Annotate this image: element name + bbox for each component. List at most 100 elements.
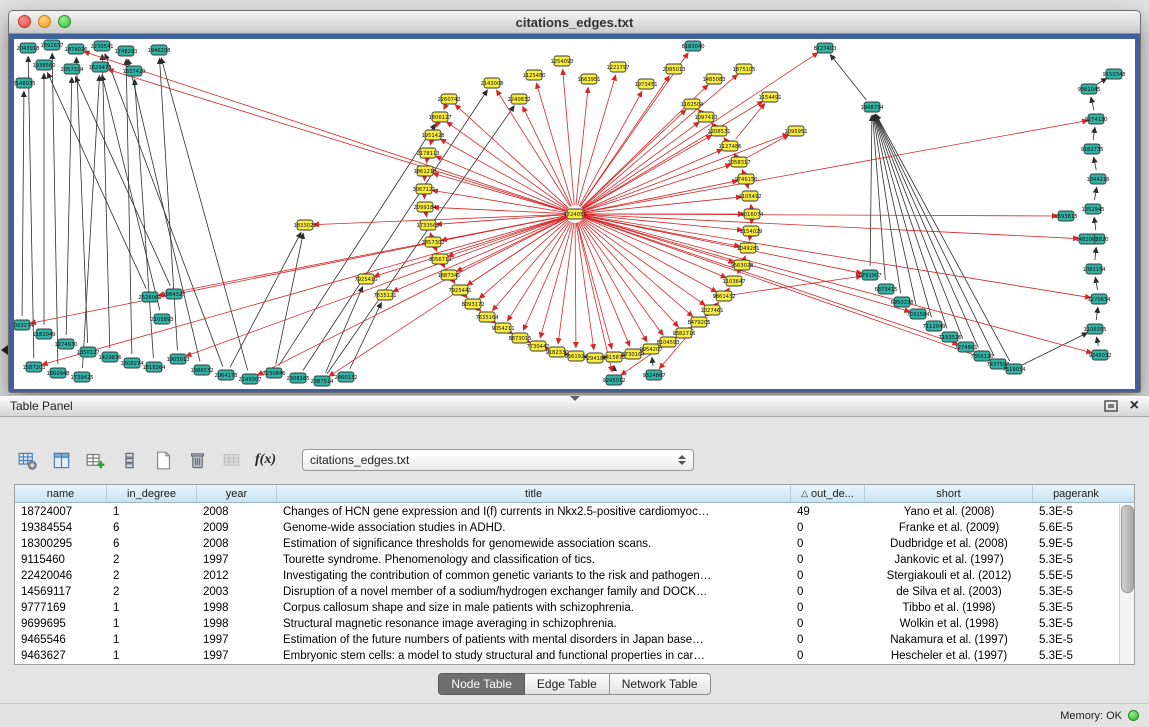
graph-node[interactable]: 8093172: [461, 299, 484, 309]
graph-node[interactable]: 8127403: [813, 43, 836, 53]
show-columns-icon[interactable]: [48, 448, 75, 472]
graph-node[interactable]: 7274861: [954, 342, 977, 352]
graph-node[interactable]: 1948794: [860, 102, 884, 112]
graph-node[interactable]: 1274930: [54, 339, 77, 349]
close-window-button[interactable]: [18, 15, 31, 28]
graph-node[interactable]: 1887341: [437, 270, 460, 280]
graph-node[interactable]: 1058317: [727, 157, 750, 167]
graph-node[interactable]: 1154491: [758, 92, 781, 102]
table-options-icon[interactable]: [14, 448, 41, 472]
graph-node[interactable]: 6873415: [874, 284, 897, 294]
graph-node[interactable]: 9054211: [491, 323, 514, 333]
graph-node[interactable]: 1874026: [64, 44, 87, 54]
new-table-icon[interactable]: [150, 448, 177, 472]
graph-node[interactable]: 8104593: [656, 337, 679, 347]
splitter-grip-icon[interactable]: [570, 396, 580, 401]
graph-node[interactable]: 1861210: [413, 166, 436, 176]
column-header-name[interactable]: name: [15, 485, 107, 502]
column-header-pagerank[interactable]: pagerank: [1033, 485, 1119, 502]
graph-node[interactable]: 1951428: [421, 130, 444, 140]
table-row[interactable]: 977716911998Corpus callosum shape and si…: [15, 600, 1119, 616]
table-source-select[interactable]: citations_edges.txt: [302, 449, 694, 471]
graph-node[interactable]: 2085013: [662, 64, 685, 74]
graph-node[interactable]: 1016074: [740, 209, 764, 219]
graph-node[interactable]: 2308165: [286, 373, 309, 383]
graph-node[interactable]: 1095951: [784, 126, 807, 136]
graph-node[interactable]: 2230541: [90, 41, 113, 51]
table-scrollbar[interactable]: [1119, 504, 1134, 664]
graph-node[interactable]: 1082154: [1082, 264, 1106, 274]
graph-node[interactable]: 3056713: [428, 254, 451, 264]
tab-node-table[interactable]: Node Table: [438, 673, 525, 695]
graph-node[interactable]: 1833022: [293, 220, 316, 230]
tab-edge-table[interactable]: Edge Table: [525, 673, 610, 695]
graph-node[interactable]: 2057314: [60, 64, 84, 74]
graph-node[interactable]: 9361045: [1077, 84, 1100, 94]
graph-node[interactable]: 1097413: [694, 112, 717, 122]
network-canvas[interactable]: 1724055 2260742 1806127 1951428 2178113 18612…: [14, 39, 1135, 389]
graph-node[interactable]: 9150348: [1102, 69, 1125, 79]
graph-node[interactable]: 1593815: [1054, 211, 1077, 221]
graph-node[interactable]: 7925441: [448, 285, 471, 295]
graph-node[interactable]: 9245032: [1088, 350, 1111, 360]
graph-node[interactable]: 7112049: [922, 321, 945, 331]
panel-collapse-arrow[interactable]: [1, 345, 8, 355]
graph-node[interactable]: 1629478: [88, 62, 111, 72]
minimize-window-button[interactable]: [38, 15, 51, 28]
graph-node[interactable]: 1508274: [120, 358, 144, 368]
graph-node[interactable]: 1806127: [428, 112, 451, 122]
graph-node[interactable]: 1984327: [162, 289, 185, 299]
column-header-in_degree[interactable]: in_degree: [107, 485, 197, 502]
graph-node[interactable]: 9182735: [1080, 144, 1103, 154]
graph-node[interactable]: 2230846: [262, 368, 285, 378]
graph-node[interactable]: 1162504: [680, 99, 704, 109]
graph-node[interactable]: 1818264: [142, 362, 166, 372]
graph-node[interactable]: 1429836: [98, 352, 121, 362]
graph-node[interactable]: 1221797: [606, 62, 629, 72]
graph-node[interactable]: 2105893: [150, 314, 173, 324]
table-row[interactable]: 1872400712008Changes of HCN gene express…: [15, 504, 1119, 520]
edit-table-icon[interactable]: [82, 448, 109, 472]
graph-node[interactable]: 1270634: [1087, 294, 1111, 304]
table-row[interactable]: 1830029562008Estimation of significance …: [15, 536, 1119, 552]
graph-node[interactable]: 2460132: [334, 372, 357, 382]
graph-node[interactable]: 2178113: [416, 148, 439, 158]
graph-node[interactable]: 2260742: [437, 94, 460, 104]
column-header-out_degree[interactable]: △out_de...: [791, 485, 865, 502]
graph-node[interactable]: 1254093: [550, 56, 573, 66]
graph-node[interactable]: 9324867: [642, 370, 665, 380]
graph-node[interactable]: 1125480: [522, 70, 545, 80]
graph-node[interactable]: 9274130: [1084, 114, 1107, 124]
graph-node[interactable]: 7635121: [373, 290, 396, 300]
tab-network-table[interactable]: Network Table: [610, 673, 711, 695]
table-row[interactable]: 1456911722003Disruption of a novel membe…: [15, 584, 1119, 600]
graph-node[interactable]: 9245012: [602, 375, 625, 385]
graph-node[interactable]: 8479205: [687, 317, 710, 327]
graph-node[interactable]: 2149307: [238, 374, 261, 384]
graph-node[interactable]: 3067121: [412, 184, 435, 194]
graph-node[interactable]: 1905013: [166, 354, 189, 364]
graph-node[interactable]: 1587203: [22, 362, 45, 372]
scrollbar-thumb[interactable]: [1121, 505, 1134, 593]
graph-node[interactable]: 9746150: [734, 174, 757, 184]
column-header-short[interactable]: short: [865, 485, 1033, 502]
graph-node[interactable]: 9563028: [730, 260, 753, 270]
table-panel-header[interactable]: Table Panel: [0, 395, 1149, 417]
graph-node[interactable]: 7635164: [475, 312, 499, 322]
graph-node[interactable]: 1724055: [563, 209, 586, 219]
graph-node[interactable]: 1352945: [1081, 204, 1104, 214]
graph-node[interactable]: 9861432: [712, 291, 735, 301]
graph-node[interactable]: 1837429: [122, 66, 145, 76]
graph-node[interactable]: 2387514: [310, 376, 334, 386]
graph-node[interactable]: 1106355: [1083, 324, 1106, 334]
graph-node[interactable]: 7193526: [938, 332, 961, 342]
graph-node[interactable]: 1485083: [702, 74, 725, 84]
graph-node[interactable]: 1350127: [76, 347, 99, 357]
graph-node[interactable]: 1093274: [14, 320, 34, 330]
graph-node[interactable]: 2064178: [214, 370, 237, 380]
graph-node[interactable]: 1973451: [634, 79, 657, 89]
graph-node[interactable]: 7356120: [970, 351, 993, 361]
delete-table-icon[interactable]: [184, 448, 211, 472]
graph-node[interactable]: 1592637: [40, 40, 63, 50]
table-row[interactable]: 1938455462009Genome-wide association stu…: [15, 520, 1119, 536]
